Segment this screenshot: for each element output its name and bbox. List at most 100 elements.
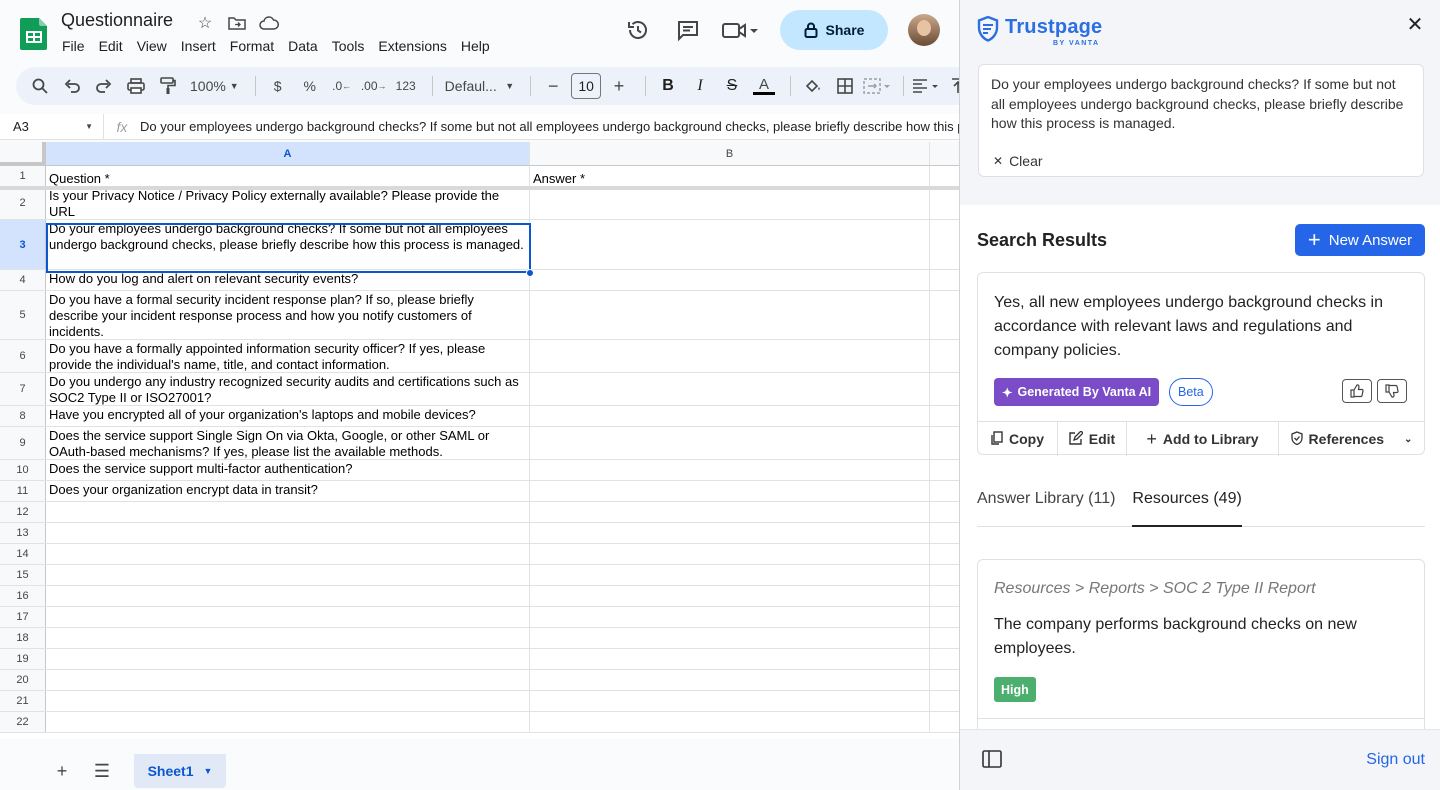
font-select[interactable]: Defaul... ▼ bbox=[441, 72, 519, 100]
column-header-b[interactable]: B bbox=[530, 142, 930, 166]
row-header[interactable]: 9 bbox=[0, 427, 46, 459]
cell-b[interactable] bbox=[530, 460, 930, 480]
menu-insert[interactable]: Insert bbox=[174, 37, 223, 55]
zoom-select[interactable]: 100% ▼ bbox=[186, 72, 243, 100]
version-history-icon[interactable] bbox=[618, 10, 658, 50]
menu-extensions[interactable]: Extensions bbox=[371, 37, 453, 55]
row-header[interactable]: 7 bbox=[0, 373, 46, 405]
new-answer-button[interactable]: + New Answer bbox=[1295, 224, 1425, 256]
row-header[interactable]: 17 bbox=[0, 607, 46, 627]
row-header[interactable]: 1 bbox=[0, 166, 46, 186]
row-header[interactable]: 10 bbox=[0, 460, 46, 480]
cell-a[interactable] bbox=[46, 649, 530, 669]
cell-a[interactable] bbox=[46, 670, 530, 690]
cell-b[interactable] bbox=[530, 691, 930, 711]
menu-help[interactable]: Help bbox=[454, 37, 497, 55]
bold-button[interactable]: B bbox=[654, 72, 682, 100]
cell-b[interactable] bbox=[530, 586, 930, 606]
all-sheets-icon[interactable]: ☰ bbox=[82, 755, 122, 787]
print-icon[interactable] bbox=[122, 72, 150, 100]
tab-resources[interactable]: Resources (49) bbox=[1132, 487, 1242, 527]
decrease-decimal-button[interactable]: .0 ← bbox=[328, 72, 356, 100]
cell-a[interactable] bbox=[46, 502, 530, 522]
references-button[interactable]: References ⌄ bbox=[1279, 422, 1424, 456]
select-all-corner[interactable] bbox=[0, 142, 46, 166]
menu-file[interactable]: File bbox=[55, 37, 92, 55]
row-header[interactable]: 5 bbox=[0, 291, 46, 339]
menu-edit[interactable]: Edit bbox=[92, 37, 130, 55]
move-folder-icon[interactable] bbox=[225, 12, 249, 34]
cell-b[interactable] bbox=[530, 649, 930, 669]
cell-a[interactable] bbox=[46, 712, 530, 732]
row-header[interactable]: 15 bbox=[0, 565, 46, 585]
row-header[interactable]: 14 bbox=[0, 544, 46, 564]
fill-handle[interactable] bbox=[526, 269, 534, 277]
thumbs-down-icon[interactable] bbox=[1377, 379, 1407, 403]
column-header-c[interactable] bbox=[930, 142, 960, 166]
menu-view[interactable]: View bbox=[130, 37, 174, 55]
sheet-tab-sheet1[interactable]: Sheet1 ▼ bbox=[134, 754, 226, 788]
edit-button[interactable]: Edit bbox=[1058, 422, 1127, 456]
resource-breadcrumb[interactable]: Resources > Reports > SOC 2 Type II Repo… bbox=[994, 580, 1316, 598]
cell-b[interactable] bbox=[530, 523, 930, 543]
cell-a[interactable]: Does your organization encrypt data in t… bbox=[46, 481, 530, 501]
row-header[interactable]: 19 bbox=[0, 649, 46, 669]
cell-b[interactable] bbox=[530, 670, 930, 690]
increase-decimal-button[interactable]: .00 → bbox=[360, 72, 388, 100]
cell-a[interactable] bbox=[46, 565, 530, 585]
cell-b[interactable] bbox=[530, 628, 930, 648]
copy-button[interactable]: Copy bbox=[978, 422, 1058, 456]
menu-format[interactable]: Format bbox=[223, 37, 281, 55]
cell-b[interactable] bbox=[530, 565, 930, 585]
borders-icon[interactable] bbox=[831, 72, 859, 100]
row-header[interactable]: 3 bbox=[0, 220, 46, 269]
cell-b[interactable] bbox=[530, 481, 930, 501]
row-header[interactable]: 16 bbox=[0, 586, 46, 606]
cell-a[interactable]: Question * bbox=[46, 166, 530, 186]
frozen-row-divider[interactable] bbox=[0, 186, 960, 190]
sidebar-toggle-icon[interactable] bbox=[982, 750, 1002, 768]
paint-format-icon[interactable] bbox=[154, 72, 182, 100]
cell-b[interactable] bbox=[530, 270, 930, 290]
close-icon[interactable]: ✕ bbox=[1403, 12, 1427, 36]
cell-a[interactable]: Have you encrypted all of your organizat… bbox=[46, 406, 530, 426]
font-size-input[interactable]: 10 bbox=[571, 73, 602, 99]
row-header[interactable]: 22 bbox=[0, 712, 46, 732]
column-header-a[interactable]: A bbox=[46, 142, 530, 166]
cell-a[interactable] bbox=[46, 523, 530, 543]
undo-icon[interactable] bbox=[58, 72, 86, 100]
meet-icon[interactable] bbox=[718, 10, 762, 50]
cell-b[interactable] bbox=[530, 406, 930, 426]
row-header[interactable]: 8 bbox=[0, 406, 46, 426]
tab-answer-library[interactable]: Answer Library (11) bbox=[977, 487, 1115, 527]
sign-out-link[interactable]: Sign out bbox=[1366, 751, 1425, 769]
add-to-library-button[interactable]: + Add to Library bbox=[1127, 422, 1279, 456]
document-title[interactable]: Questionnaire bbox=[61, 10, 173, 31]
search-menus-icon[interactable] bbox=[26, 72, 54, 100]
redo-icon[interactable] bbox=[90, 72, 118, 100]
query-box[interactable]: Do your employees undergo background che… bbox=[978, 64, 1424, 177]
star-icon[interactable]: ☆ bbox=[193, 12, 217, 34]
cell-b[interactable]: Answer * bbox=[530, 166, 930, 186]
text-color-button[interactable]: A bbox=[750, 72, 778, 100]
cell-a[interactable]: Do you have a formally appointed informa… bbox=[46, 340, 530, 372]
cell-b[interactable] bbox=[530, 607, 930, 627]
row-header[interactable]: 13 bbox=[0, 523, 46, 543]
row-header[interactable]: 12 bbox=[0, 502, 46, 522]
cell-a[interactable] bbox=[46, 586, 530, 606]
thumbs-up-icon[interactable] bbox=[1342, 379, 1372, 403]
format-currency-button[interactable]: $ bbox=[264, 72, 292, 100]
cell-a[interactable] bbox=[46, 544, 530, 564]
cell-b[interactable] bbox=[530, 373, 930, 405]
row-header[interactable]: 2 bbox=[0, 187, 46, 219]
menu-data[interactable]: Data bbox=[281, 37, 325, 55]
cell-b[interactable] bbox=[530, 502, 930, 522]
cell-b[interactable] bbox=[530, 187, 930, 219]
cell-a[interactable]: Does the service support multi-factor au… bbox=[46, 460, 530, 480]
menu-tools[interactable]: Tools bbox=[325, 37, 372, 55]
sheet-grid[interactable]: A B 1 Question * Answer * 2 Is your Privacy … bbox=[0, 142, 960, 739]
row-header[interactable]: 18 bbox=[0, 628, 46, 648]
row-header[interactable]: 21 bbox=[0, 691, 46, 711]
cell-a[interactable]: Do you undergo any industry recognized s… bbox=[46, 373, 530, 405]
cell-b[interactable] bbox=[530, 291, 930, 339]
